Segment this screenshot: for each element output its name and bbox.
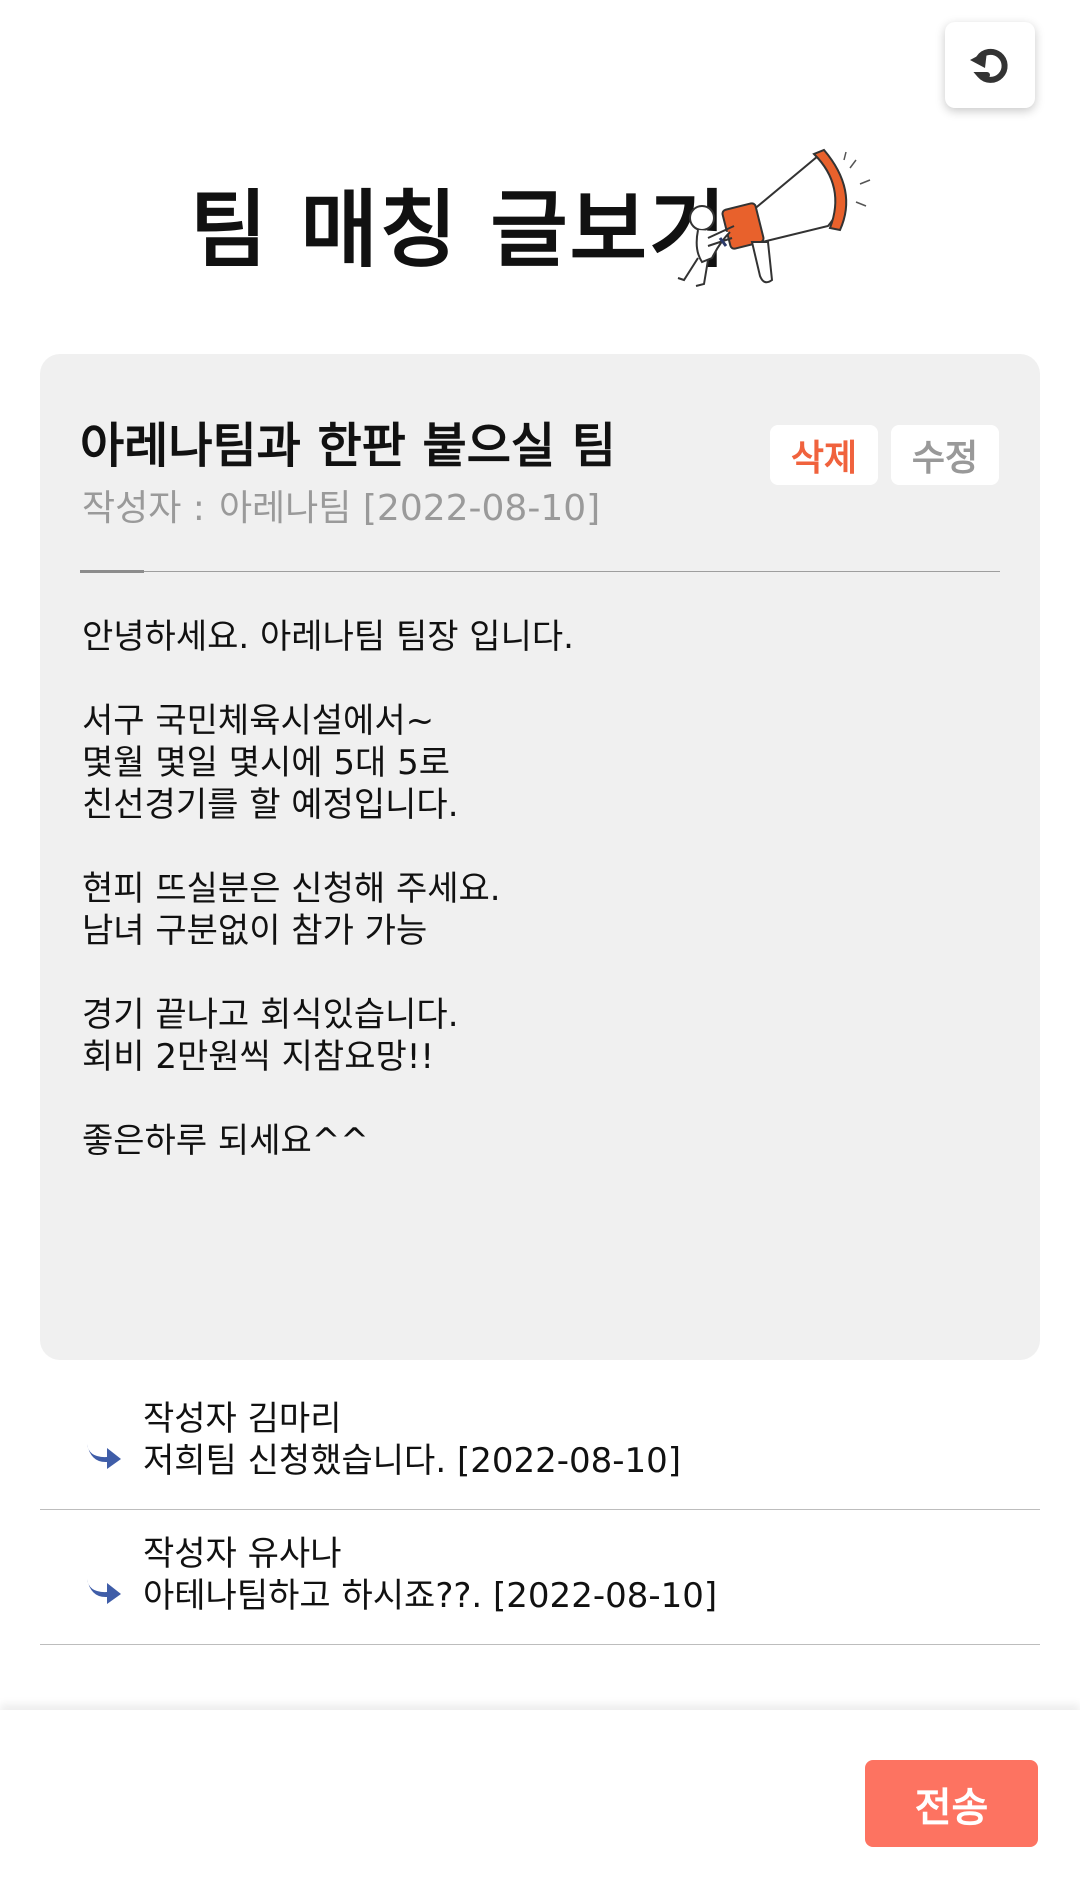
post-body-line: 남녀 구분없이 참가 가능 [82, 911, 428, 951]
comment-author: 작성자 김마리 [143, 1399, 342, 1439]
post-body-blank [82, 826, 574, 868]
bottom-bar: 전송 [0, 1710, 1080, 1892]
post-body-line: 서구 국민체육시설에서~ [82, 701, 435, 741]
post-body-blank [82, 952, 574, 994]
undo-arrow-icon [970, 48, 1008, 83]
post-body-line: 몇월 몇일 몇시에 5대 5로 [82, 743, 451, 783]
divider-accent [80, 570, 144, 573]
post-card: 아레나팀과 한판 붙으실 팀 작성자 : 아레나팀 [2022-08-10] 삭제… [40, 354, 1040, 1360]
post-body-line: 회비 2만원씩 지참요망!! [82, 1037, 435, 1077]
post-body-line: 친선경기를 할 예정입니다. [82, 785, 459, 825]
comment-item: 작성자 김마리 저희팀 신청했습니다. [2022-08-10] [40, 1376, 1040, 1510]
post-body-line: 경기 끝나고 회식있습니다. [82, 995, 459, 1035]
divider [80, 571, 1000, 572]
comment-item: 작성자 유사나 아테나팀하고 하시죠??. [2022-08-10] [40, 1511, 1040, 1645]
comment-text: 아테나팀하고 하시죠??. [2022-08-10] [143, 1576, 718, 1616]
comment-text: 저희팀 신청했습니다. [2022-08-10] [143, 1441, 682, 1481]
send-button[interactable]: 전송 [865, 1760, 1038, 1847]
reply-arrow-icon [87, 1444, 121, 1469]
author-name: 아레나팀 [218, 488, 352, 529]
post-body-blank [82, 1078, 574, 1120]
post-body-blank [82, 658, 574, 700]
post-date: [2022-08-10] [362, 488, 601, 529]
comment-author: 작성자 유사나 [143, 1534, 342, 1574]
author-label: 작성자 : [82, 488, 205, 529]
post-title: 아레나팀과 한판 붙으실 팀 [80, 418, 616, 474]
page-title: 팀 매칭 글보기 [190, 181, 729, 279]
post-body: 안녕하세요. 아레나팀 팀장 입니다. 서구 국민체육시설에서~ 몇월 몇일 몇… [82, 616, 574, 1162]
megaphone-icon [677, 148, 871, 287]
post-body-line: 좋은하루 되세요^^ [82, 1121, 369, 1161]
reply-arrow-icon [87, 1579, 121, 1604]
post-body-line: 현피 뜨실분은 신청해 주세요. [82, 869, 501, 909]
post-body-line: 안녕하세요. 아레나팀 팀장 입니다. [82, 617, 574, 657]
back-button[interactable] [945, 22, 1035, 108]
delete-button[interactable]: 삭제 [770, 425, 878, 485]
post-meta: 작성자 : 아레나팀 [2022-08-10] [82, 484, 600, 534]
edit-button[interactable]: 수정 [891, 425, 999, 485]
